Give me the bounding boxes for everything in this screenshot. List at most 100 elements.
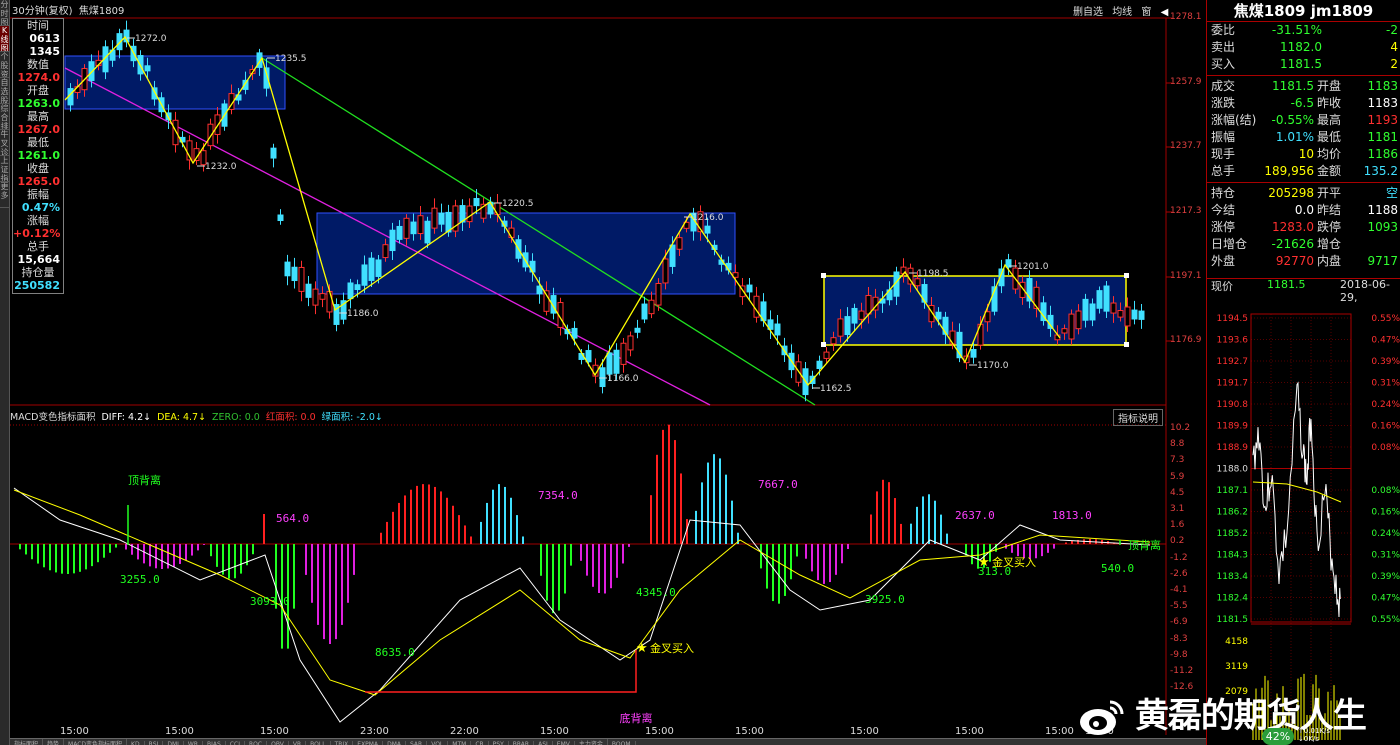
indicator-tab[interactable]: DMA — [383, 741, 406, 745]
quote-label: 现手 — [1211, 147, 1236, 161]
indicator-tab[interactable]: DMI — [163, 741, 184, 745]
time-tick: 15:00 — [540, 726, 569, 737]
indicator-tab[interactable]: EMV — [553, 741, 575, 745]
candle — [655, 282, 662, 306]
data-window-value: 1345 — [29, 45, 60, 58]
intraday-pct-tick: 0.16% — [1371, 508, 1400, 518]
candle — [746, 284, 753, 293]
quote-label: 成交 — [1211, 79, 1236, 93]
indicator-tab[interactable]: ROC — [245, 741, 268, 745]
quote-label: 跌停 — [1317, 220, 1342, 234]
candle — [354, 284, 361, 291]
candle — [823, 351, 830, 359]
indicator-tab[interactable]: MTM — [448, 741, 472, 745]
quote-label: 振幅 — [1211, 130, 1236, 144]
indicator-tab[interactable]: MACD变色指标面积 — [64, 739, 128, 745]
data-window-label: 时间 — [27, 19, 49, 32]
quote-value: 135.2 — [1363, 164, 1398, 178]
quote-value: 1186 — [1367, 147, 1398, 161]
intraday-price-tick: 1181.5 — [1217, 615, 1249, 625]
indicator-help-button[interactable]: 指标说明 — [1113, 409, 1163, 426]
indicator-tab[interactable]: BRAR — [509, 741, 535, 745]
time-tick: 23:00 — [360, 726, 389, 737]
indicator-tab-bar: 指标面积 趋势 MACD变色指标面积 KD RSI DMI WR BIAS CCI ROC OBV V… — [10, 738, 1206, 745]
indicator-tab[interactable]: 主力资金 — [575, 739, 608, 745]
quote-label: 昨收 — [1317, 96, 1342, 110]
candle — [494, 202, 501, 216]
intraday-price-tick: 1193.6 — [1217, 336, 1249, 346]
indicator-tab[interactable]: VR — [289, 741, 307, 745]
candle — [1131, 309, 1138, 320]
quote-value: 9717 — [1367, 254, 1398, 268]
swing-label: 1235.5 — [275, 54, 307, 64]
candle — [844, 316, 851, 336]
download-speed: 0K/s — [1303, 735, 1319, 743]
quote-row: 持仓 205298 开平 空 — [1207, 185, 1400, 202]
candle — [641, 303, 648, 320]
candle — [1047, 314, 1054, 329]
indicator-tab[interactable]: 趋势 — [43, 739, 65, 745]
quote-row: 总手 189,956 金额 135.2 — [1207, 163, 1400, 180]
swing-label: 1170.0 — [977, 361, 1009, 371]
candle — [571, 327, 578, 339]
candle — [620, 342, 627, 365]
indicator-tab[interactable]: BIAS — [203, 741, 226, 745]
quote-label: 涨幅(结) — [1211, 113, 1257, 127]
indicator-tab[interactable]: CCI — [226, 741, 245, 745]
data-window-value: 250582 — [14, 279, 60, 292]
data-window-label: 总手 — [27, 240, 49, 253]
data-window-value: +0.12% — [13, 227, 61, 240]
intraday-pct-tick: 0.55% — [1371, 314, 1400, 324]
intraday-chart[interactable]: 1194.5 0.55% 1193.6 0.47% 1192.7 0.39% 1191.7 0… — [1207, 312, 1400, 742]
candle — [830, 337, 837, 345]
area-value-label: 313.0 — [978, 565, 1011, 578]
macd-tick: 1.6 — [1170, 520, 1185, 531]
quote-label: 涨跌 — [1211, 96, 1236, 110]
indicator-tab[interactable]: WR — [184, 741, 204, 745]
candle — [1089, 303, 1096, 321]
macd-axis: 10.2 8.8 7.3 5.9 4.5 3.1 1.6 0.2 -1.2 -2.6 -4.1 -5.… — [1166, 405, 1206, 735]
candle — [865, 295, 872, 315]
swing-label: 1186.0 — [347, 309, 379, 319]
indicator-tab[interactable]: KD — [127, 741, 145, 745]
area-value-label: 3925.0 — [865, 593, 905, 606]
indicator-tab[interactable]: BOLL — [306, 741, 331, 745]
indicator-tab[interactable]: SAR — [406, 741, 428, 745]
indicator-tab[interactable]: BOOM — [608, 741, 636, 745]
indicator-tab[interactable]: CR — [471, 741, 489, 745]
macd-histogram — [19, 424, 1115, 649]
candle — [207, 123, 214, 147]
data-window-label: 开盘 — [27, 84, 49, 97]
indicator-tab[interactable]: 指标面积 — [10, 739, 44, 745]
candle — [389, 229, 396, 252]
time-tick: 15:00 — [850, 726, 879, 737]
candle — [375, 259, 382, 277]
indicator-tab[interactable]: VOL — [427, 741, 449, 745]
indicator-tab[interactable]: PSY — [489, 741, 509, 745]
candle — [914, 278, 921, 287]
macd-header-item: DEA: 4.7↓ — [157, 412, 207, 423]
indicator-tab[interactable]: TRIX — [331, 741, 354, 745]
candle — [634, 327, 641, 333]
quote-label: 外盘 — [1211, 254, 1236, 268]
time-tick: 15:00 — [645, 726, 674, 737]
indicator-tab[interactable]: OBV — [267, 741, 289, 745]
time-tick: 15:00 — [260, 726, 289, 737]
candle — [270, 147, 277, 159]
quote-label: 涨停 — [1211, 220, 1236, 234]
weibo-logo-icon — [1080, 700, 1124, 735]
candle — [417, 215, 424, 235]
indicator-tab[interactable]: RSI — [145, 741, 164, 745]
quote-value: 10 — [1298, 147, 1314, 161]
quote-row: 委比 -31.51% -2 — [1207, 22, 1400, 39]
swing-label: 1232.0 — [205, 162, 237, 172]
intraday-price-tick: 1191.7 — [1217, 379, 1249, 389]
quote-label: 均价 — [1317, 147, 1342, 161]
quote-value: 1183 — [1367, 96, 1398, 110]
indicator-tab[interactable]: EXPMA — [353, 741, 384, 745]
intraday-price-line — [1252, 381, 1341, 618]
indicator-tab[interactable]: ASI — [534, 741, 553, 745]
quote-label: 昨结 — [1317, 203, 1342, 217]
current-price-label: 现价 — [1211, 280, 1233, 293]
price-tick: 1176.9 — [1170, 335, 1202, 345]
